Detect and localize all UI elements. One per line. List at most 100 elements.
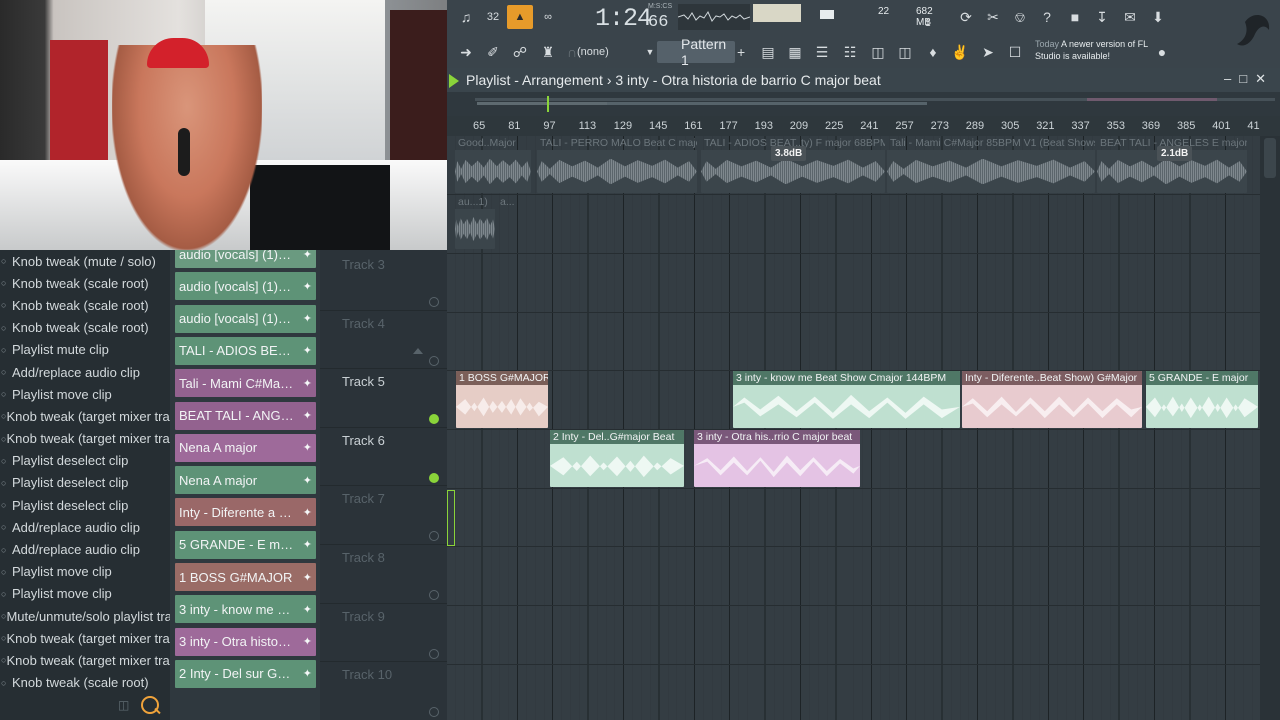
cut-icon[interactable]: ✂ — [980, 5, 1006, 29]
history-item[interactable]: ○ Playlist move clip — [0, 561, 170, 583]
playlist-clip[interactable]: au...1) — [455, 195, 495, 249]
track-mute-led[interactable] — [429, 707, 439, 718]
track-mute-led[interactable] — [429, 590, 439, 600]
mixer-icon[interactable]: ☷ — [837, 40, 863, 64]
history-item[interactable]: ○ Knob tweak (scale root) — [0, 672, 170, 694]
playlist-clip[interactable]: TALI - PERRO MALO Beat C major — [537, 136, 697, 193]
clip-list-item[interactable]: 3 inty - know me Be... ✦ — [175, 595, 316, 624]
record-mode-icon[interactable]: ▲ — [507, 5, 533, 29]
clip-list-item[interactable]: audio [vocals] (1) #3 ✦ — [175, 272, 316, 301]
clip-list-item[interactable]: 3 inty - Otra historia... ✦ — [175, 627, 316, 656]
playlist-grid[interactable]: Good..Major TALI - PERRO MALO Beat C maj… — [447, 136, 1260, 720]
playlist-clip[interactable]: 3 inty - Otra his..rrio C major beat — [694, 430, 860, 487]
loop-record-icon[interactable]: ∞ — [535, 5, 561, 29]
history-item[interactable]: ○ Playlist move clip — [0, 383, 170, 405]
channel-rack-icon[interactable]: ☰ — [809, 40, 835, 64]
history-item[interactable]: ○ Knob tweak (mute / solo) — [0, 250, 170, 272]
link-icon[interactable]: ☍ — [507, 40, 533, 64]
song-time[interactable]: 1:24 — [595, 4, 652, 33]
clip-list-item[interactable]: Inty - Diferente a mi... ✦ — [175, 498, 316, 527]
track-header[interactable]: Track 7 — [320, 486, 447, 545]
clip-list-item[interactable]: 2 Inty - Del sur G#ma... ✦ — [175, 659, 316, 688]
metronome-icon[interactable]: ♫ — [453, 5, 479, 29]
history-item[interactable]: ○ Knob tweak (scale root) — [0, 272, 170, 294]
track-mute-led[interactable] — [429, 297, 439, 307]
playlist-clip[interactable]: 5 GRANDE - E major — [1146, 371, 1258, 428]
track-header[interactable]: Track 5 — [320, 369, 447, 428]
clip-list-item[interactable]: Nena A major ✦ — [175, 433, 316, 462]
plugin-icon[interactable]: ◫ — [892, 40, 918, 64]
playhead-marker[interactable] — [447, 490, 455, 546]
timeline-ruler[interactable]: 65 81 97 113 129 145 161 177 193 209 225 241 257 273 2… — [447, 116, 1280, 136]
help-icon[interactable]: ? — [1034, 5, 1060, 29]
chat-icon[interactable]: ✉ — [1117, 5, 1143, 29]
history-item[interactable]: ○ Add/replace audio clip — [0, 361, 170, 383]
history-item[interactable]: ○ Knob tweak (scale root) — [0, 294, 170, 316]
playlist-clip[interactable]: BEAT TALI - ANGELES E major 2.1dB — [1097, 136, 1247, 193]
clip-list-item[interactable]: audio [vocals] (1) #2 ✦ — [175, 304, 316, 333]
clip-list-item[interactable]: 5 GRANDE - E major ✦ — [175, 530, 316, 559]
history-item[interactable]: ○ Playlist deselect clip — [0, 494, 170, 516]
clip-list-item[interactable]: BEAT TALI - ANGELES... ✦ — [175, 401, 316, 430]
browser-icon[interactable]: ◫ — [865, 40, 891, 64]
mic-icon[interactable]: ⎊ — [1007, 5, 1033, 29]
track-header[interactable]: Track 4 — [320, 311, 447, 370]
track-mute-led[interactable] — [429, 472, 439, 483]
undo-icon[interactable]: ⟳ — [953, 5, 979, 29]
save-icon[interactable]: ■ — [1062, 5, 1088, 29]
pattern-selector[interactable]: Pattern 1 — [657, 36, 735, 68]
playlist-clip[interactable]: TALI - ADIOS BEAT..ty) F major 68BPM 3.8… — [701, 136, 885, 193]
clip-list-item[interactable]: Nena A major ✦ — [175, 466, 316, 495]
history-item[interactable]: ○ Playlist move clip — [0, 583, 170, 605]
touch-keyboard-icon[interactable]: ✌ — [947, 40, 973, 64]
history-item[interactable]: ○ Playlist mute clip — [0, 339, 170, 361]
globe-icon[interactable]: ● — [1149, 40, 1175, 64]
snap-select[interactable]: (none) — [577, 42, 633, 62]
shop-icon[interactable]: ☐ — [1002, 40, 1028, 64]
history-item[interactable]: ○ Knob tweak (target mixer track) — [0, 428, 187, 450]
history-item[interactable]: ○ Knob tweak (target mixer track) — [0, 405, 187, 427]
download-icon[interactable]: ⬇ — [1145, 5, 1171, 29]
history-item[interactable]: ○ Add/replace audio clip — [0, 516, 170, 538]
playlist-clip[interactable]: 2 Inty - Del..G#major Beat — [550, 430, 684, 487]
track-header[interactable]: Track 9 — [320, 604, 447, 663]
track-mute-led[interactable] — [429, 414, 439, 425]
playlist-title[interactable]: Playlist - Arrangement › 3 inty - Otra h… — [466, 72, 881, 88]
track-mute-led[interactable] — [429, 355, 439, 366]
playlist-icon[interactable]: ▤ — [755, 40, 781, 64]
render-icon[interactable]: ↧ — [1089, 5, 1115, 29]
playlist-overview[interactable] — [447, 92, 1280, 116]
history-item[interactable]: ○ Add/replace audio clip — [0, 538, 170, 560]
search-icon[interactable] — [141, 696, 159, 714]
clip-list-item[interactable]: TALI - ADIOS BEAT (Pr... ✦ — [175, 336, 316, 365]
arrow-right-icon[interactable]: ➜ — [453, 40, 479, 64]
playlist-clip[interactable]: 3 inty - know me Beat Show Cmajor 144BPM — [733, 371, 960, 428]
history-item[interactable]: ○ Knob tweak (target mixer track) — [0, 649, 187, 671]
track-resize-icon[interactable] — [413, 347, 423, 354]
history-item[interactable]: ○ Playlist deselect clip — [0, 450, 170, 472]
playlist-clip[interactable]: Tali - Mami C#Major 85BPM V1 (Beat Shows… — [887, 136, 1095, 193]
playlist-clip[interactable]: Inty - Diferente..Beat Show) G#Major — [962, 371, 1142, 428]
step-edit-icon[interactable]: 32 — [480, 5, 506, 29]
play-icon[interactable] — [449, 74, 459, 88]
playlist-clip[interactable]: a... — [497, 195, 523, 249]
history-item[interactable]: ○ Mute/unmute/solo playlist track(s) — [0, 605, 200, 627]
playlist-clip[interactable]: 1 BOSS G#MAJOR — [456, 371, 548, 428]
tempo-icon[interactable]: ➤ — [975, 40, 1001, 64]
track-header[interactable]: Track 6 — [320, 428, 447, 487]
vertical-scrollbar[interactable] — [1260, 136, 1280, 720]
clip-list-item[interactable]: 1 BOSS G#MAJOR ✦ — [175, 563, 316, 591]
track-mute-led[interactable] — [429, 648, 439, 659]
history-item[interactable]: ○ Knob tweak (target mixer track) — [0, 627, 187, 649]
track-header[interactable]: Track 8 — [320, 545, 447, 604]
history-item[interactable]: ○ Playlist deselect clip — [0, 472, 170, 494]
track-header[interactable]: Track 10 — [320, 662, 447, 720]
folder-icon[interactable]: ◫ — [118, 698, 129, 712]
window-controls[interactable]: –□✕ — [1224, 71, 1274, 87]
plugin-picker-icon[interactable]: ♦ — [920, 40, 946, 64]
clip-list-item[interactable]: Tali - Mami C#Major 8... ✦ — [175, 369, 316, 398]
stamp-icon[interactable]: ♜ — [535, 40, 561, 64]
piano-roll-icon[interactable]: ▦ — [782, 40, 808, 64]
add-pattern-icon[interactable]: + — [737, 44, 745, 60]
brush-icon[interactable]: ✐ — [480, 40, 506, 64]
